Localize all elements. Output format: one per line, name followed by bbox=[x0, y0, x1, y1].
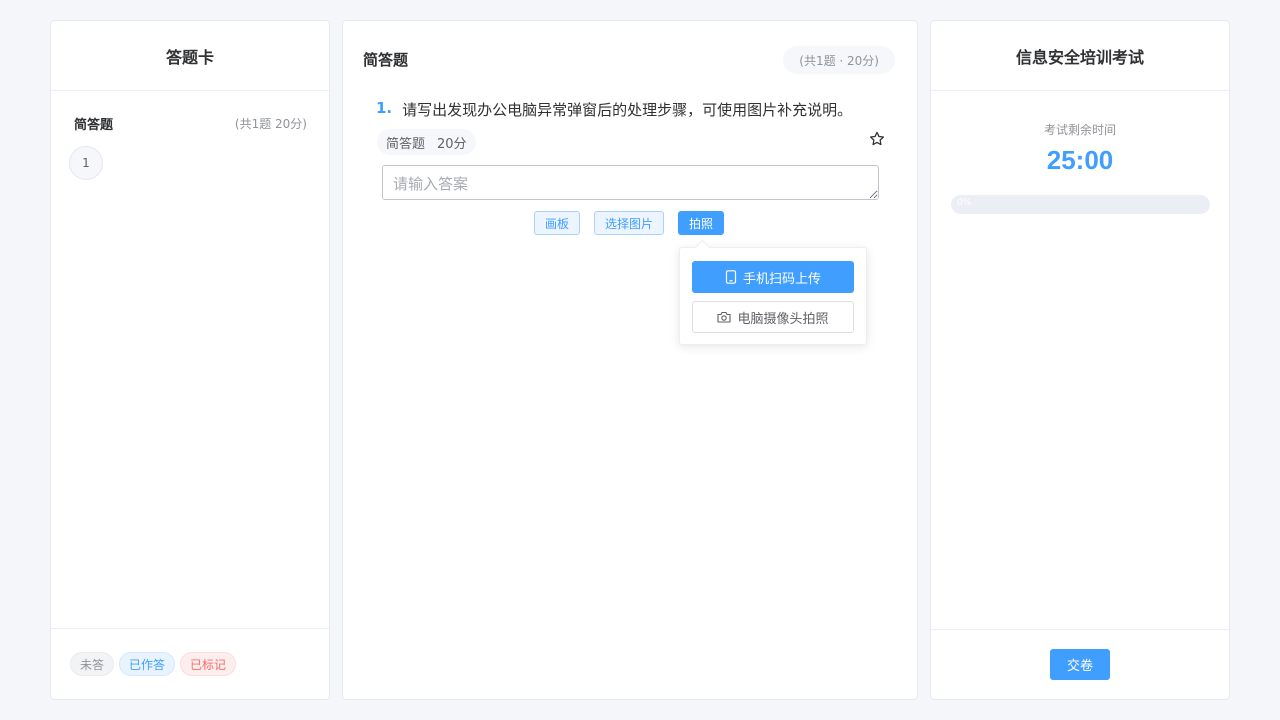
exam-title: 信息安全培训考试 bbox=[931, 21, 1229, 91]
draw-board-button[interactable]: 画板 bbox=[534, 211, 581, 235]
webcam-capture-button[interactable]: 电脑摄像头拍照 bbox=[692, 301, 854, 333]
timer-label: 考试剩余时间 bbox=[1043, 123, 1116, 137]
photo-options-popover: 手机扫码上传 电脑摄像头拍照 bbox=[679, 247, 867, 345]
legend-marked: 已标记 bbox=[180, 652, 237, 676]
answer-card-section: 简答题 (共1题 20分) bbox=[51, 114, 329, 133]
submit-area: 交卷 bbox=[931, 629, 1229, 699]
question-type: 简答题 bbox=[386, 136, 426, 152]
question-panel: 简答题 (共1题 · 20分) 1. 请写出发现办公电脑异常弹窗后的处理步骤，可… bbox=[342, 20, 918, 700]
question-number-button[interactable]: 1 bbox=[69, 146, 103, 180]
question-index: 1. bbox=[376, 99, 393, 117]
mobile-scan-upload-label: 手机扫码上传 bbox=[742, 271, 821, 287]
progress-bar: 0% bbox=[951, 195, 1210, 214]
progress-text: 0% bbox=[957, 198, 972, 208]
take-photo-button[interactable]: 拍照 bbox=[678, 211, 725, 235]
section-meta: (共1题 20分) bbox=[234, 117, 307, 131]
choose-image-button[interactable]: 选择图片 bbox=[594, 211, 665, 235]
mobile-phone-icon bbox=[725, 270, 737, 284]
answer-card-title: 答题卡 bbox=[51, 21, 329, 91]
question-type-tag: 简答题 20分 bbox=[377, 129, 476, 155]
mobile-scan-upload-button[interactable]: 手机扫码上传 bbox=[692, 261, 854, 293]
countdown-timer: 25:00 bbox=[1046, 145, 1114, 175]
camera-icon bbox=[717, 311, 732, 323]
answer-input[interactable] bbox=[382, 165, 879, 200]
question-stem: 1. 请写出发现办公电脑异常弹窗后的处理步骤，可使用图片补充说明。 bbox=[376, 99, 852, 120]
section-meta-badge: (共1题 · 20分) bbox=[783, 46, 895, 74]
status-legend: 未答 已作答 已标记 bbox=[51, 628, 329, 699]
section-title: 简答题 bbox=[363, 51, 409, 69]
legend-unanswered: 未答 bbox=[70, 652, 115, 676]
submit-exam-button[interactable]: 交卷 bbox=[1050, 649, 1110, 680]
section-name: 简答题 bbox=[74, 118, 114, 133]
answer-card-panel: 答题卡 简答题 (共1题 20分) 1 未答 已作答 已标记 bbox=[50, 20, 330, 700]
star-icon[interactable] bbox=[868, 130, 886, 148]
legend-answered: 已作答 bbox=[119, 652, 176, 676]
webcam-capture-label: 电脑摄像头拍照 bbox=[737, 311, 829, 327]
question-text: 请写出发现办公电脑异常弹窗后的处理步骤，可使用图片补充说明。 bbox=[402, 101, 853, 119]
exam-info-panel: 信息安全培训考试 考试剩余时间 25:00 0% 交卷 bbox=[930, 20, 1230, 700]
question-score: 20分 bbox=[437, 136, 467, 152]
